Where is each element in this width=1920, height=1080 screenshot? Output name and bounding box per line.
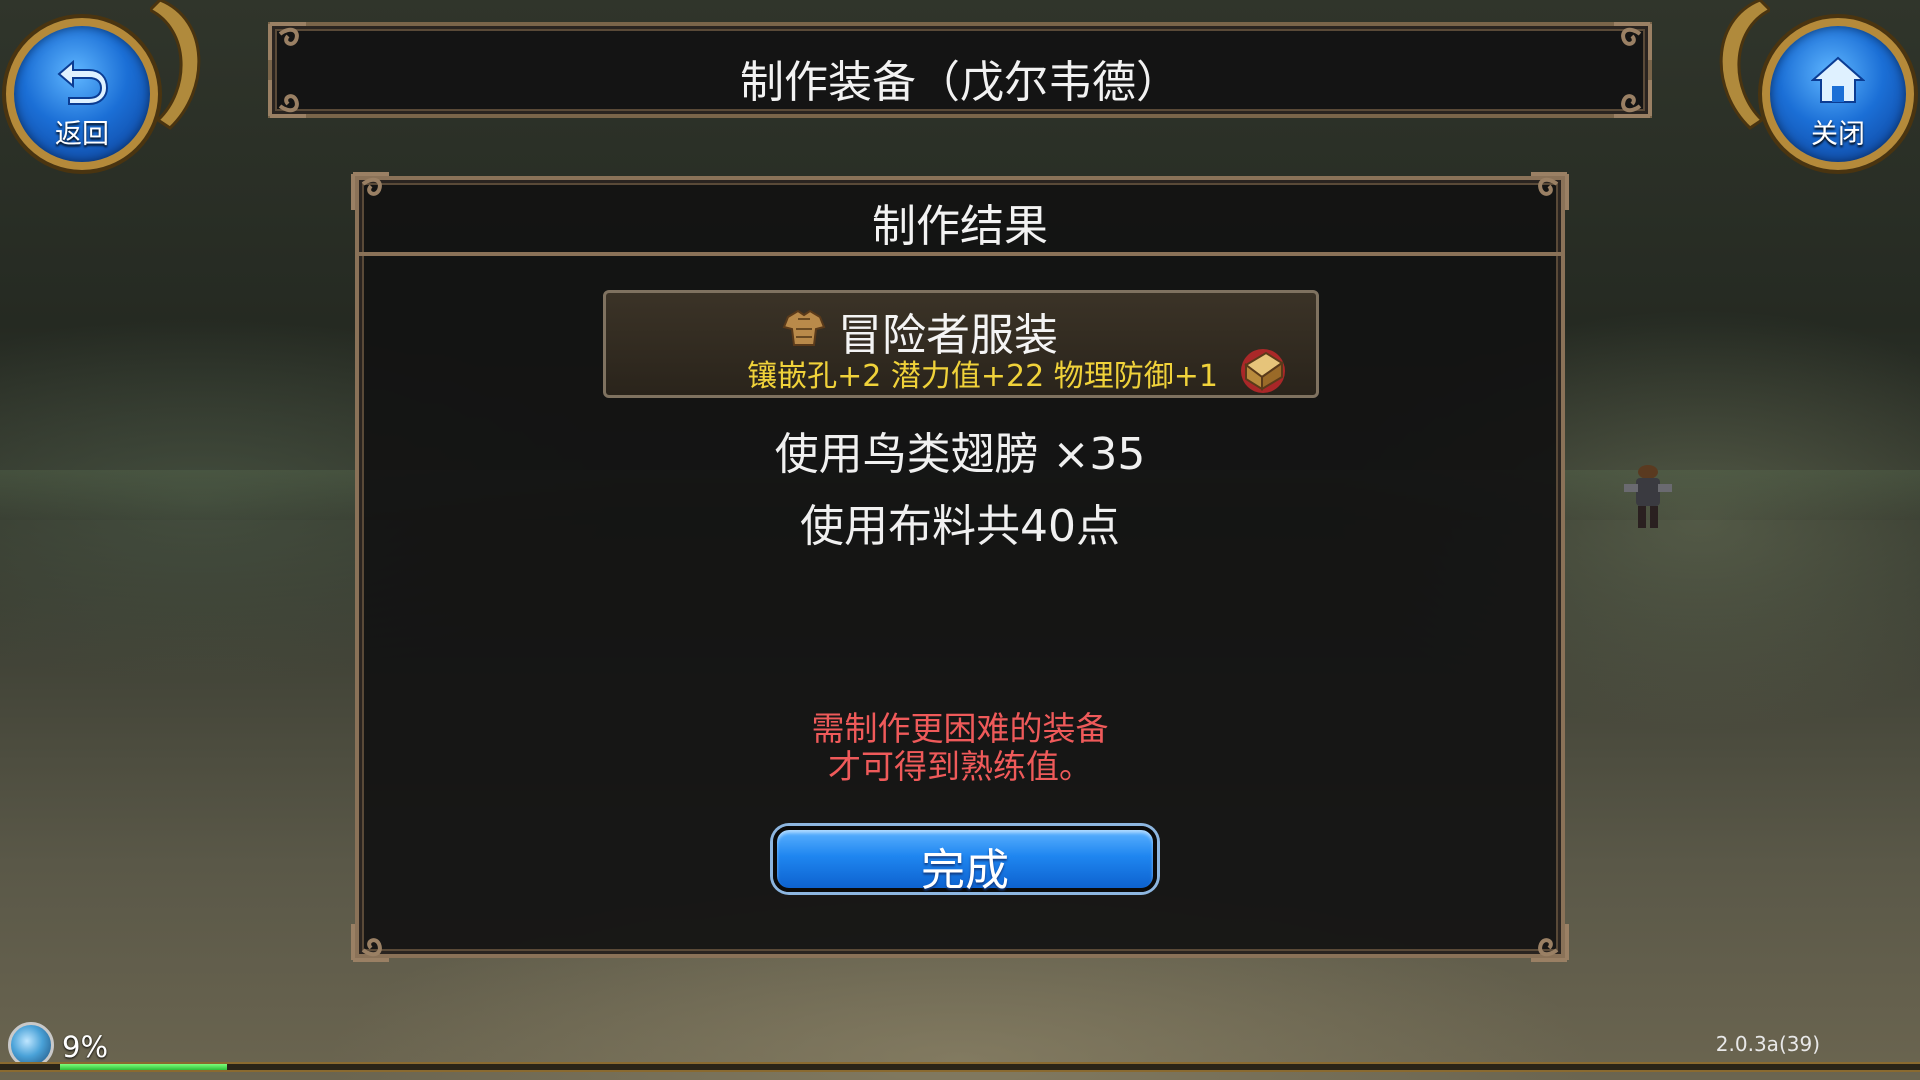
warning-line-2: 才可得到熟练值。 bbox=[828, 747, 1092, 786]
back-arrow-icon bbox=[57, 59, 109, 105]
window-title: 制作装备（戊尔韦德） bbox=[740, 57, 1180, 108]
ornament-horn-icon bbox=[150, 0, 201, 130]
close-label: 关闭 bbox=[1811, 119, 1865, 150]
materials-used-text: 使用鸟类翅膀 ×35 bbox=[774, 429, 1146, 480]
close-button[interactable]: 关闭 bbox=[1719, 0, 1920, 180]
warning-line-1: 需制作更困难的装备 bbox=[811, 709, 1109, 748]
back-orb[interactable]: 返回 bbox=[6, 18, 158, 170]
ornament-horn-icon bbox=[1719, 0, 1770, 130]
version-label: 2.0.3a(39) bbox=[1715, 1032, 1820, 1056]
cloth-used-text: 使用布料共40点 bbox=[800, 501, 1120, 552]
treasure-chest-icon bbox=[1241, 349, 1285, 393]
armor-icon bbox=[782, 309, 826, 346]
back-label: 返回 bbox=[55, 119, 109, 150]
npc-figure bbox=[1624, 465, 1672, 528]
done-button-label: 完成 bbox=[921, 845, 1009, 896]
craft-result-dialog: 制作结果 冒险者服装 镶嵌孔+2 潜力值+22 物理防御+1 使用鸟类翅膀 ×3… bbox=[351, 172, 1569, 962]
done-button[interactable]: 完成 bbox=[773, 826, 1157, 896]
home-icon bbox=[1811, 56, 1865, 103]
experience-bar-track bbox=[0, 1062, 1920, 1072]
window-title-bar: 制作装备（戊尔韦德） bbox=[268, 22, 1652, 118]
dialog-header: 制作结果 bbox=[359, 180, 1561, 256]
frame-corner-ornament-icon bbox=[1531, 924, 1569, 962]
frame-corner-ornament-icon bbox=[351, 924, 389, 962]
crafted-item-card[interactable]: 冒险者服装 镶嵌孔+2 潜力值+22 物理防御+1 bbox=[603, 290, 1319, 398]
proficiency-warning: 需制作更困难的装备 才可得到熟练值。 bbox=[359, 710, 1561, 786]
back-button[interactable]: 返回 bbox=[0, 0, 201, 180]
experience-bar-fill bbox=[60, 1064, 227, 1070]
experience-percent: 9% bbox=[62, 1030, 109, 1064]
item-stats: 镶嵌孔+2 潜力值+22 物理防御+1 bbox=[747, 359, 1218, 394]
dialog-title: 制作结果 bbox=[872, 201, 1048, 252]
close-orb[interactable]: 关闭 bbox=[1762, 18, 1914, 170]
